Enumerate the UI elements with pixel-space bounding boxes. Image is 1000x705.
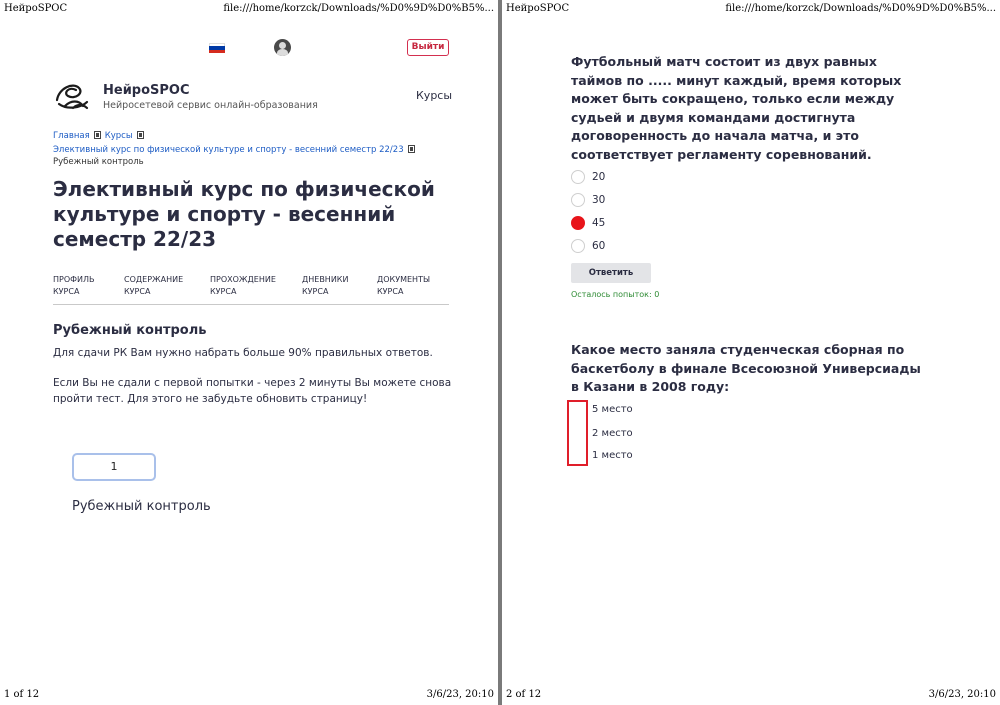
breadcrumb-separator-icon bbox=[93, 131, 101, 139]
page-title: Элективный курс по физической культуре и… bbox=[53, 177, 435, 251]
radio-button[interactable] bbox=[571, 239, 585, 253]
question-2-option[interactable]: 1 место bbox=[592, 450, 633, 461]
breadcrumb-current: Рубежный контроль bbox=[53, 157, 144, 167]
test-title: Рубежный контроль bbox=[72, 499, 211, 514]
tab-progress[interactable]: ПРОХОЖДЕНИЕ КУРСА bbox=[210, 274, 282, 298]
question-1-option-selected[interactable]: 45 bbox=[571, 216, 691, 230]
logout-button[interactable]: Выйти bbox=[407, 39, 449, 56]
logo-icon bbox=[55, 84, 89, 110]
brand-name: НейроSPOC bbox=[103, 83, 190, 98]
breadcrumb-courses[interactable]: Курсы bbox=[105, 131, 133, 141]
option-label: 60 bbox=[592, 240, 606, 252]
section-requirement-text: Для сдачи РК Вам нужно набрать больше 90… bbox=[53, 347, 433, 359]
submit-answer-button[interactable]: Ответить bbox=[571, 263, 651, 283]
print-header-url: file:///home/korzck/Downloads/%D0%9D%D0%… bbox=[223, 3, 494, 14]
breadcrumb-separator-icon bbox=[407, 145, 415, 153]
print-header-site: НейроSPOC bbox=[506, 3, 570, 14]
russian-flag-icon[interactable] bbox=[209, 43, 225, 53]
attempt-number-button[interactable]: 1 bbox=[72, 453, 156, 481]
tab-diaries[interactable]: ДНЕВНИКИ КУРСА bbox=[302, 274, 374, 298]
radio-button-selected[interactable] bbox=[571, 216, 585, 230]
question-1-option[interactable]: 30 bbox=[571, 193, 691, 207]
breadcrumb-home[interactable]: Главная bbox=[53, 131, 90, 141]
question-1-option[interactable]: 60 bbox=[571, 239, 691, 253]
brand-tagline: Нейросетевой сервис онлайн-образования bbox=[103, 100, 318, 111]
tab-content[interactable]: СОДЕРЖАНИЕ КУРСА bbox=[124, 274, 196, 298]
print-footer-date: 3/6/23, 20:10 bbox=[426, 689, 494, 700]
breadcrumb-separator-icon bbox=[136, 131, 144, 139]
print-header-url: file:///home/korzck/Downloads/%D0%9D%D0%… bbox=[725, 3, 996, 14]
question-2-text: Какое место заняла студенческая сборная … bbox=[571, 342, 921, 394]
question-1-text: Футбольный матч состоит из двух равных т… bbox=[571, 54, 902, 162]
section-retry-text: Если Вы не сдали с первой попытки - чере… bbox=[53, 377, 452, 405]
highlight-box bbox=[567, 400, 588, 466]
avatar[interactable] bbox=[274, 39, 291, 56]
tab-profile[interactable]: ПРОФИЛЬ КУРСА bbox=[53, 274, 125, 298]
radio-button[interactable] bbox=[571, 170, 585, 184]
breadcrumb: Главная Курсы bbox=[53, 131, 148, 141]
section-title: Рубежный контроль bbox=[53, 323, 207, 338]
breadcrumb-line-2: Элективный курс по физической культуре и… bbox=[53, 145, 419, 155]
question-2-option[interactable]: 5 место bbox=[592, 404, 633, 415]
option-label: 20 bbox=[592, 171, 606, 183]
print-page-1: НейроSPOC file:///home/korzck/Downloads/… bbox=[0, 0, 498, 705]
breadcrumb-course[interactable]: Элективный курс по физической культуре и… bbox=[53, 145, 404, 155]
option-label: 45 bbox=[592, 217, 606, 229]
print-header-site: НейроSPOC bbox=[4, 3, 68, 14]
question-1-option[interactable]: 20 bbox=[571, 170, 691, 184]
tab-documents[interactable]: ДОКУМЕНТЫ КУРСА bbox=[377, 274, 449, 298]
radio-button[interactable] bbox=[571, 193, 585, 207]
nav-courses-link[interactable]: Курсы bbox=[416, 89, 452, 102]
print-footer-page: 1 of 12 bbox=[4, 689, 40, 700]
question-2-option[interactable]: 2 место bbox=[592, 428, 633, 439]
print-footer-date: 3/6/23, 20:10 bbox=[928, 689, 996, 700]
print-page-2: НейроSPOC file:///home/korzck/Downloads/… bbox=[502, 0, 1000, 705]
attempts-left-text: Осталось попыток: 0 bbox=[571, 290, 660, 299]
course-tabs: ПРОФИЛЬ КУРСА СОДЕРЖАНИЕ КУРСА ПРОХОЖДЕНИЕ… bbox=[53, 274, 449, 305]
option-label: 30 bbox=[592, 194, 606, 206]
print-footer-page: 2 of 12 bbox=[506, 689, 542, 700]
